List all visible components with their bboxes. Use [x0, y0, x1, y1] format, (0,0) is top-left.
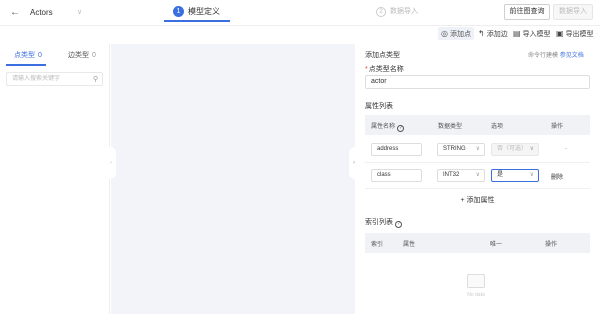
- search-icon: ⚲: [92, 76, 98, 83]
- project-title: Actors: [30, 8, 53, 17]
- count-badge: 0: [92, 52, 96, 59]
- col-unique: 唯一: [490, 242, 503, 248]
- add-edge-button[interactable]: ↰ 添加边: [478, 27, 508, 40]
- delete-prop-button[interactable]: 删除: [551, 172, 563, 181]
- import-icon: ▤: [513, 29, 521, 38]
- node-type-form: 添加点类型 命令行建模 参见文档 *点类型名称 actor 属性列表 属性名称?…: [356, 44, 600, 314]
- go-to-query-button[interactable]: 前往图查询: [504, 4, 550, 20]
- chevron-down-icon: ∨: [475, 172, 480, 178]
- cli-hint: 命令行建模 参见文档: [528, 53, 584, 59]
- count-badge: 0: [38, 52, 42, 59]
- top-bar: ← Actors ∨ 1 模型定义 2 数据导入 前往图查询 数据导入: [0, 0, 600, 26]
- name-label: *点类型名称: [365, 66, 404, 73]
- chevron-down-icon: ∨: [529, 146, 534, 152]
- col-name: 属性名称?: [371, 121, 405, 132]
- col-action: 操作: [551, 124, 564, 130]
- col-action: 操作: [545, 242, 558, 248]
- plus-icon: +: [460, 197, 465, 204]
- no-action: -: [565, 146, 567, 152]
- step-label: 数据导入: [390, 8, 418, 15]
- prop-type-select[interactable]: INT32 ∨: [437, 169, 485, 182]
- chevron-down-icon: ∨: [475, 146, 480, 152]
- type-list-panel: 点类型 0 边类型 0 请输入搜索关键字 ⚲: [0, 44, 110, 314]
- empty-state: No data: [460, 274, 492, 298]
- add-edge-icon: ↰: [478, 29, 485, 38]
- required-mark: *: [365, 66, 368, 73]
- add-prop-button[interactable]: + 添加属性: [365, 194, 590, 208]
- table-row: class INT32 ∨ 是 ∨ 删除: [365, 163, 590, 189]
- active-step-underline: [164, 20, 230, 22]
- step-number: 1: [173, 6, 184, 17]
- export-model-button[interactable]: ▣ 导出模型: [556, 27, 594, 40]
- add-node-icon: ◎: [441, 29, 448, 38]
- chevron-down-icon[interactable]: ∨: [77, 7, 82, 19]
- prop-name-input[interactable]: address: [371, 143, 422, 156]
- info-icon[interactable]: ?: [395, 221, 402, 228]
- tab-node-types[interactable]: 点类型 0: [14, 51, 42, 61]
- col-index: 索引: [371, 242, 384, 248]
- node-type-name-input[interactable]: actor: [365, 75, 590, 89]
- prop-option-select[interactable]: 是 ∨: [491, 169, 539, 182]
- active-tab-underline: [6, 64, 46, 66]
- prop-name-input[interactable]: class: [371, 169, 422, 182]
- empty-box-icon: [467, 274, 485, 288]
- search-input[interactable]: 请输入搜索关键字 ⚲: [6, 72, 103, 86]
- index-label: 索引列表?: [365, 217, 402, 228]
- import-model-button[interactable]: ▤ 导入模型: [513, 27, 551, 40]
- tab-edge-types[interactable]: 边类型 0: [68, 51, 96, 61]
- form-title: 添加点类型: [365, 52, 400, 59]
- table-row: address STRING ∨ 否（可选） ∨ -: [365, 137, 590, 163]
- arrow-left-icon[interactable]: ←: [10, 7, 20, 19]
- col-type: 数据类型: [438, 124, 463, 130]
- step-number: 2: [376, 7, 386, 17]
- info-icon[interactable]: ?: [397, 125, 405, 132]
- step-model-definition[interactable]: 1 模型定义: [164, 4, 230, 24]
- props-table-header: 属性名称? 数据类型 选项 操作: [365, 115, 590, 135]
- add-node-button[interactable]: ◎ 添加点: [438, 27, 474, 40]
- chevron-down-icon: ∨: [529, 172, 534, 178]
- step-data-import[interactable]: 2 数据导入: [376, 6, 418, 17]
- prop-option-select: 否（可选） ∨: [491, 143, 539, 156]
- props-label: 属性列表: [365, 103, 393, 110]
- data-import-button[interactable]: 数据导入: [553, 4, 593, 20]
- col-option: 选项: [491, 124, 504, 130]
- docs-link[interactable]: 参见文档: [560, 53, 584, 59]
- collapse-left-handle[interactable]: ›: [106, 147, 116, 179]
- index-table-header: 索引 属性 唯一 操作: [365, 233, 590, 253]
- toolbar: ◎ 添加点 ↰ 添加边 ▤ 导入模型 ▣ 导出模型: [0, 26, 600, 42]
- export-icon: ▣: [556, 29, 564, 38]
- col-prop: 属性: [403, 242, 416, 248]
- prop-type-select[interactable]: STRING ∨: [437, 143, 485, 156]
- empty-text: No data: [467, 292, 485, 298]
- graph-canvas[interactable]: [111, 44, 355, 314]
- step-label: 模型定义: [188, 7, 220, 16]
